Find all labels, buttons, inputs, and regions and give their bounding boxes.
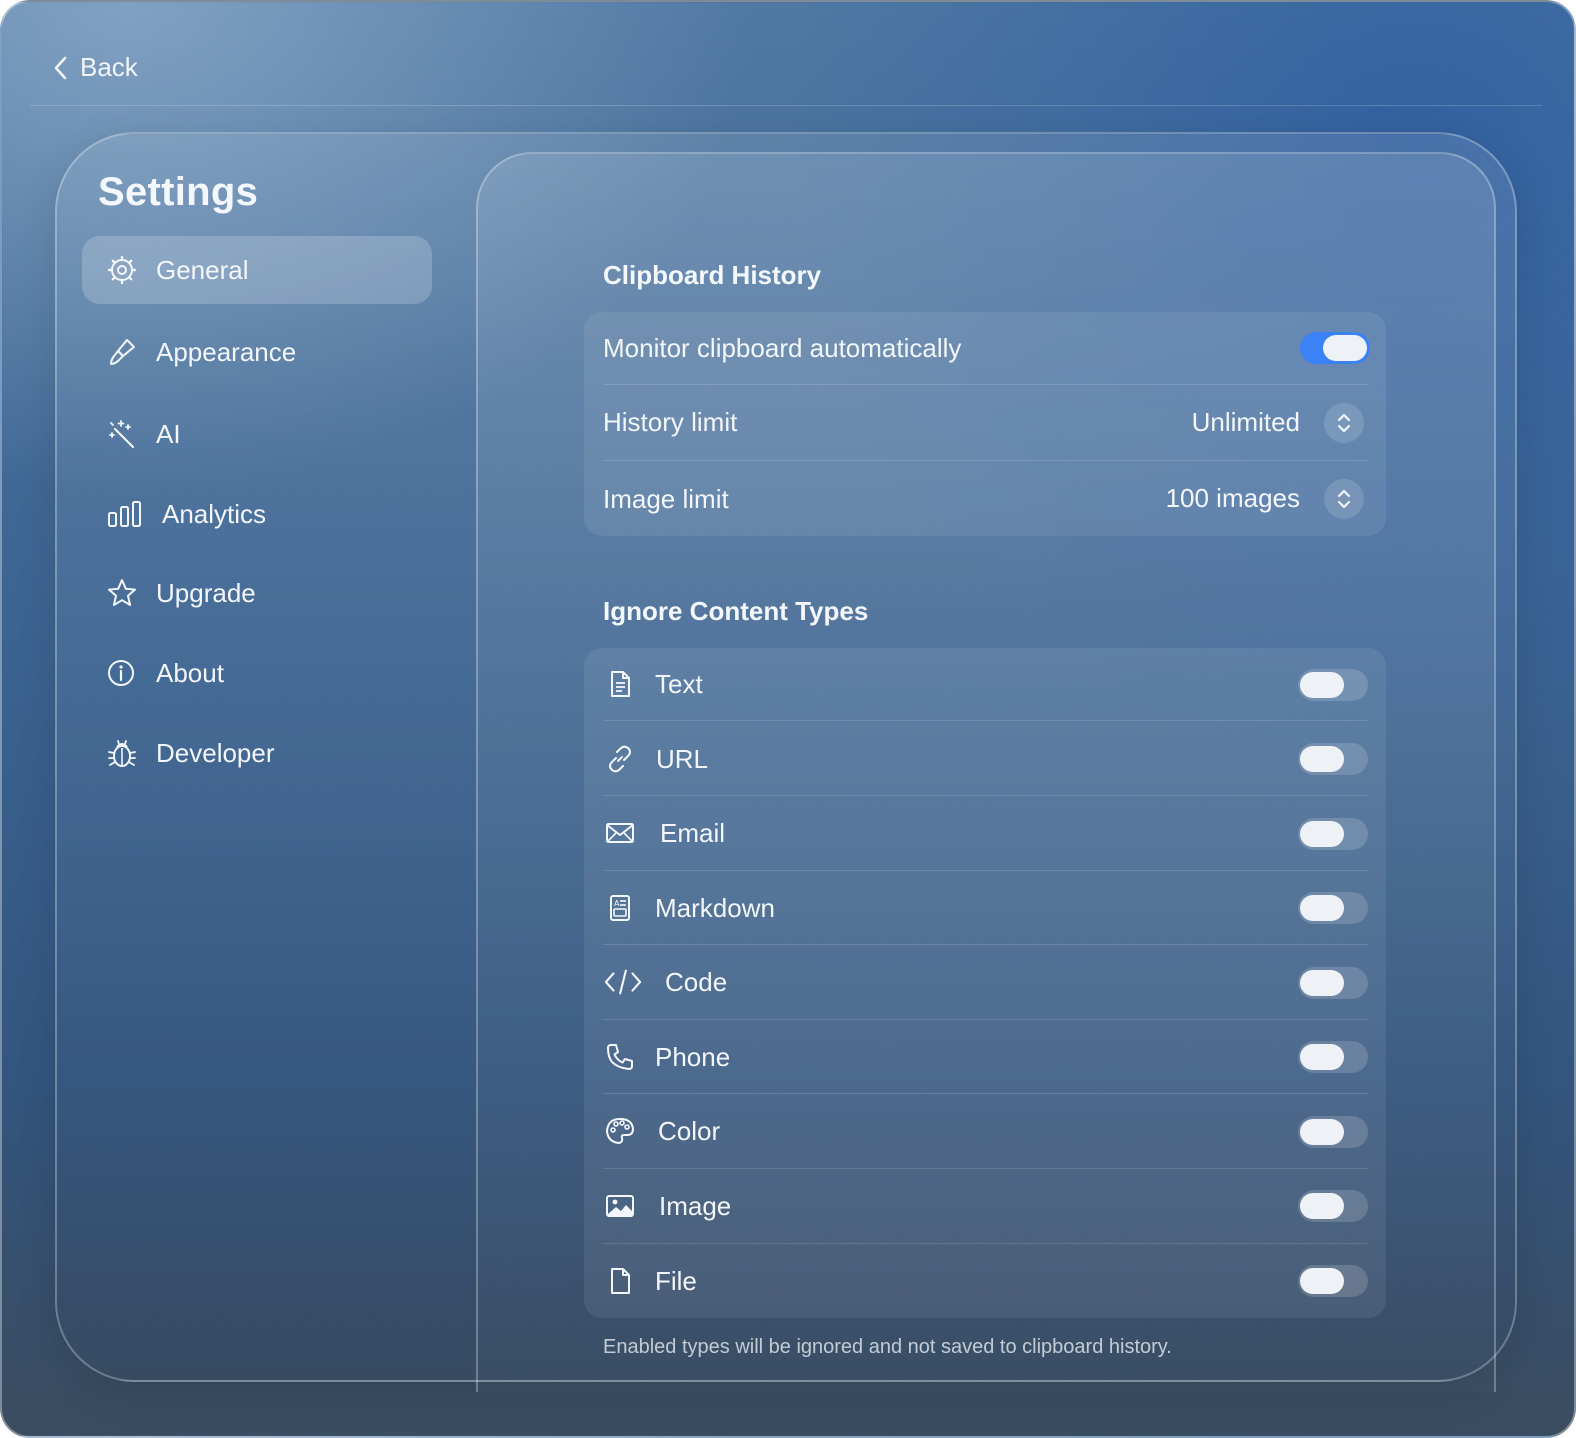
back-label: Back — [80, 52, 138, 82]
history-limit-label: History limit — [603, 406, 738, 437]
sidebar-item-label: Appearance — [156, 336, 297, 367]
bug-icon — [106, 737, 138, 769]
type-label-color: Color — [658, 1116, 721, 1146]
type-label-image: Image — [659, 1191, 732, 1221]
sidebar-item-label: Upgrade — [156, 577, 256, 608]
ignore-content-types-title: Ignore Content Types — [603, 596, 869, 626]
file-icon — [603, 1264, 637, 1298]
clipboard-history-title: Clipboard History — [603, 260, 822, 290]
type-label-email: Email — [660, 818, 726, 848]
row-divider — [603, 720, 1368, 721]
row-divider — [603, 944, 1368, 945]
chevron-up-down-icon — [1337, 489, 1351, 509]
sidebar-item-appearance[interactable]: Appearance — [82, 318, 432, 386]
row-divider — [603, 1019, 1368, 1020]
sidebar-item-label: Analytics — [162, 498, 267, 529]
type-label-url: URL — [656, 744, 709, 774]
row-divider — [603, 1168, 1368, 1169]
photo-icon — [603, 1189, 637, 1223]
history-limit-value[interactable]: Unlimited — [1102, 407, 1300, 438]
bar-chart-icon — [106, 498, 144, 530]
phone-icon — [603, 1040, 637, 1074]
toggle-knob — [1323, 335, 1367, 361]
image-limit-value[interactable]: 100 images — [1102, 483, 1300, 514]
sidebar-item-about[interactable]: About — [82, 639, 432, 707]
toggle-knob — [1300, 1044, 1344, 1070]
gear-icon — [106, 254, 138, 286]
toggle-knob — [1300, 1119, 1344, 1145]
monitor-clipboard-label: Monitor clipboard automatically — [603, 332, 962, 363]
type-label-phone: Phone — [655, 1042, 731, 1072]
toggle-knob — [1300, 672, 1344, 698]
sidebar-item-label: AI — [156, 418, 181, 449]
ignore-types-footnote: Enabled types will be ignored and not sa… — [603, 1336, 1172, 1358]
envelope-icon — [603, 816, 637, 850]
toggle-ignore-code[interactable] — [1298, 967, 1368, 999]
chevron-up-down-icon — [1337, 413, 1351, 433]
toggle-knob — [1300, 970, 1344, 996]
magic-wand-icon — [106, 418, 138, 450]
sidebar-item-ai[interactable]: AI — [82, 400, 432, 468]
sidebar-item-upgrade[interactable]: Upgrade — [82, 559, 432, 627]
image-limit-label: Image limit — [603, 483, 729, 514]
document-text-icon — [603, 667, 637, 701]
settings-window: Back Settings General Appearance AI Anal… — [0, 0, 1576, 1438]
info-icon — [106, 657, 138, 689]
code-brackets-icon — [603, 965, 643, 999]
star-icon — [106, 577, 138, 609]
toggle-knob — [1300, 821, 1344, 847]
palette-icon — [603, 1114, 637, 1148]
toggle-ignore-markdown[interactable] — [1298, 892, 1368, 924]
sidebar-item-label: General — [156, 254, 249, 285]
toggle-ignore-phone[interactable] — [1298, 1041, 1368, 1073]
markdown-doc-icon: A — [603, 891, 637, 925]
row-divider — [603, 1093, 1368, 1094]
header-bar: Back — [30, 40, 1542, 106]
row-divider — [603, 460, 1368, 461]
chevron-left-icon — [54, 56, 67, 79]
toggle-knob — [1300, 1193, 1344, 1219]
row-divider — [603, 384, 1368, 385]
toggle-ignore-email[interactable] — [1298, 818, 1368, 850]
svg-text:A: A — [614, 899, 620, 908]
row-divider — [603, 1243, 1368, 1244]
toggle-ignore-text[interactable] — [1298, 669, 1368, 701]
link-icon — [603, 742, 637, 776]
toggle-ignore-color[interactable] — [1298, 1116, 1368, 1148]
toggle-knob — [1300, 746, 1344, 772]
type-label-file: File — [655, 1266, 697, 1296]
monitor-clipboard-toggle[interactable] — [1300, 332, 1370, 364]
toggle-ignore-image[interactable] — [1298, 1190, 1368, 1222]
toggle-ignore-url[interactable] — [1298, 743, 1368, 775]
sidebar-title: Settings — [98, 170, 259, 214]
sidebar-item-label: Developer — [156, 737, 275, 768]
history-limit-stepper[interactable] — [1324, 403, 1364, 443]
back-button[interactable]: Back — [52, 52, 138, 83]
sidebar-item-label: About — [156, 657, 224, 688]
type-label-markdown: Markdown — [655, 893, 775, 923]
sidebar-item-developer[interactable]: Developer — [82, 719, 432, 787]
monitor-clipboard-row: Monitor clipboard automatically — [603, 328, 1368, 368]
paintbrush-icon — [106, 336, 138, 368]
image-limit-stepper[interactable] — [1324, 479, 1364, 519]
toggle-knob — [1300, 895, 1344, 921]
row-divider — [603, 870, 1368, 871]
type-label-code: Code — [665, 967, 728, 997]
row-divider — [603, 795, 1368, 796]
sidebar-item-analytics[interactable]: Analytics — [82, 480, 432, 548]
sidebar-item-general[interactable]: General — [82, 236, 432, 304]
type-label-text: Text — [655, 669, 703, 699]
toggle-knob — [1300, 1268, 1344, 1294]
toggle-ignore-file[interactable] — [1298, 1265, 1368, 1297]
